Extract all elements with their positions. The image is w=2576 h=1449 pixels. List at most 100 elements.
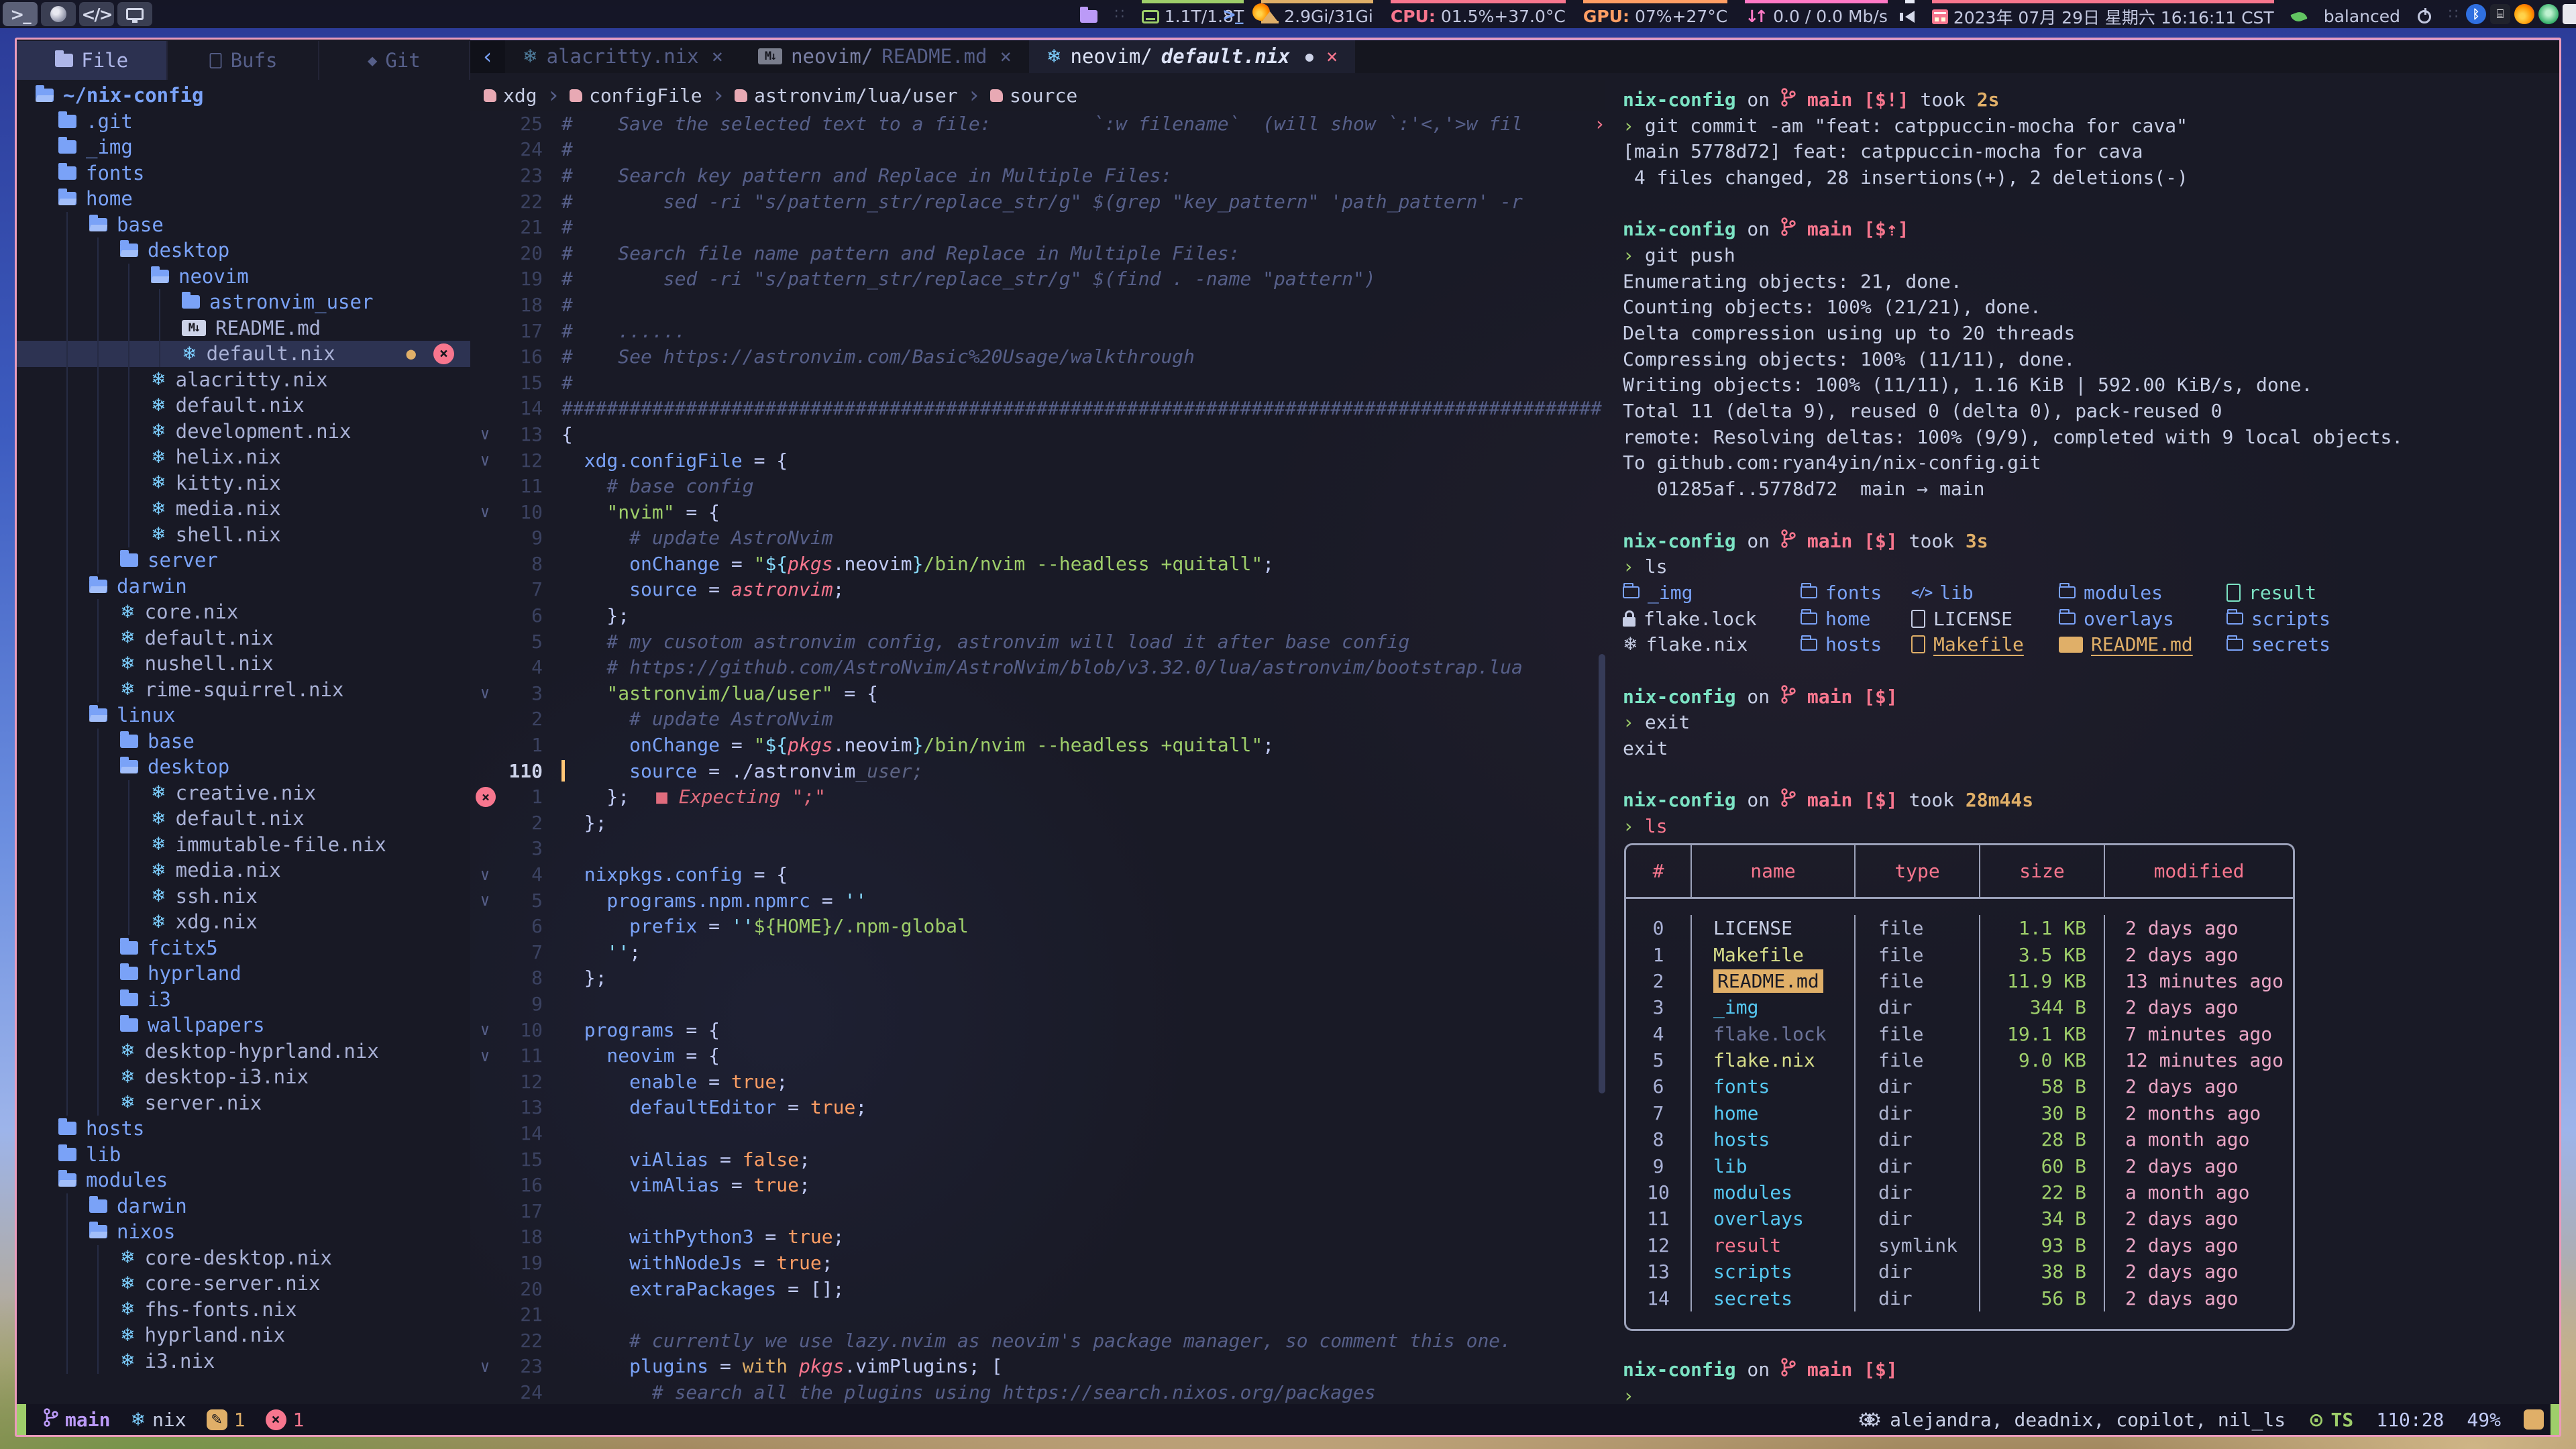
tree-item-desktop[interactable]: desktop [17,237,470,264]
tree-item-README.md[interactable]: M↓README.md [17,315,470,341]
workspace-monitor[interactable] [117,2,152,26]
scrollbar-thumb[interactable] [1599,654,1605,1094]
shell-prompt[interactable]: › [1623,1383,2559,1404]
tree-item-development.nix[interactable]: development.nix [17,419,470,445]
tree-item-_img[interactable]: _img [17,134,470,160]
tree-item-desktop[interactable]: desktop [17,754,470,780]
shell-prompt[interactable]: ›ls [1623,553,2559,580]
tree-item-.git[interactable]: .git [17,109,470,135]
folder-line-icon [2059,586,2076,598]
tree-item-fcitx5[interactable]: fcitx5 [17,935,470,961]
tree-item-default.nix[interactable]: default.nix●× [17,341,470,367]
neotree-tab-git[interactable]: Git [319,41,470,80]
shell-prompt[interactable]: ›ls [1623,813,2559,839]
code-token: ; [822,1252,833,1274]
workspace-firefox[interactable] [41,2,76,26]
table-row: 12resultsymlink93 B2 days ago [1626,1232,2293,1258]
breadcrumb-item-configFile[interactable]: configFile [570,85,702,107]
tree-item-hosts[interactable]: hosts [17,1116,470,1142]
buffer-tab-alacritty.nix[interactable]: alacritty.nix× [505,40,741,73]
code-token: = { [833,682,878,704]
tree-item-home[interactable]: home [17,186,470,212]
tree-item-base[interactable]: base [17,212,470,238]
tree-item-i3[interactable]: i3 [17,987,470,1013]
breadcrumb-item-astronvim-lua-user[interactable]: astronvim/lua/user [735,85,957,107]
editor-scrollbar[interactable] [1599,111,1605,1404]
terminal-line: Writing objects: 100% (11/11), 1.16 KiB … [1623,372,2559,398]
modified-count: 1 [207,1409,246,1431]
tree-item-wallpapers[interactable]: wallpapers [17,1012,470,1038]
shell-prompt[interactable]: ›exit [1623,710,2559,736]
tree-item-core-server.nix[interactable]: core-server.nix [17,1271,470,1297]
tree-item-ssh.nix[interactable]: ssh.nix [17,883,470,910]
neotree-tab-file[interactable]: File [17,41,168,80]
tree-item-i3.nix[interactable]: i3.nix [17,1348,470,1375]
tree-item-server.nix[interactable]: server.nix [17,1090,470,1116]
tree-item-core-desktop.nix[interactable]: core-desktop.nix [17,1245,470,1271]
code-token: # Save the selected text to a file: `:w … [561,113,1523,135]
code-area[interactable]: 25# Save the selected text to a file: `:… [470,111,1605,1404]
tree-item-astronvim_user[interactable]: astronvim_user [17,289,470,315]
tree-item-darwin[interactable]: darwin [17,574,470,600]
close-buffer-icon[interactable]: × [712,45,723,68]
tree-item-darwin[interactable]: darwin [17,1193,470,1220]
tree-item-kitty.nix[interactable]: kitty.nix [17,470,470,496]
tree-item-hyprland.nix[interactable]: hyprland.nix [17,1322,470,1348]
tree-item-media.nix[interactable]: media.nix [17,857,470,883]
tree-item-base[interactable]: base [17,729,470,755]
tray-firefox-orange[interactable] [2514,4,2534,24]
tree-item-linux[interactable]: linux [17,702,470,729]
code-token: = [776,1096,810,1118]
tree-item-fhs-fonts.nix[interactable]: fhs-fonts.nix [17,1297,470,1323]
tree-item-desktop-i3.nix[interactable]: desktop-i3.nix [17,1064,470,1090]
code-line: 20# Search file name pattern and Replace… [470,240,1605,266]
tree-item-rime-squirrel.nix[interactable]: rime-squirrel.nix [17,677,470,703]
close-buffer-icon[interactable]: × [1000,45,1011,68]
tree-item-shell.nix[interactable]: shell.nix [17,522,470,548]
tree-item-creative.nix[interactable]: creative.nix [17,780,470,806]
folder-purple-icon [1080,10,1097,23]
tree-item-lib[interactable]: lib [17,1142,470,1168]
tree-item-fonts[interactable]: fonts [17,160,470,186]
tree-item-desktop-hyprland.nix[interactable]: desktop-hyprland.nix [17,1038,470,1065]
tree-item-hyprland[interactable]: hyprland [17,961,470,987]
tree-item-modules[interactable]: modules [17,1167,470,1193]
close-buffer-icon[interactable]: × [1326,45,1338,68]
tray-window-white[interactable] [2563,4,2576,24]
stat-power [2418,0,2431,28]
tray-app-green[interactable] [2538,4,2559,24]
tree-item-xdg.nix[interactable]: xdg.nix [17,909,470,935]
workspace-terminal[interactable]: >_ [3,2,38,26]
buffer-tab-default.nix[interactable]: neovim/default.nix●× [1029,40,1355,73]
tree-item-media.nix[interactable]: media.nix [17,496,470,522]
terminal-mini-icon[interactable]: >_ [1222,5,1242,24]
breadcrumb-item-source[interactable]: source [990,85,1077,107]
tray-bluetooth[interactable]: ᛒ [2466,4,2486,24]
code-line: 8 onChange = "${pkgs.neovim}/bin/nvim --… [470,551,1605,577]
terminal-pane[interactable]: nix-config on main [$!] took 2s›git comm… [1605,80,2559,1404]
pick-buffer-button[interactable]: ‹ [470,40,505,73]
tree-item-default.nix[interactable]: default.nix [17,806,470,832]
tree-item-default.nix[interactable]: default.nix [17,392,470,419]
tree-item-nushell.nix[interactable]: nushell.nix [17,651,470,677]
tree-item-core.nix[interactable]: core.nix [17,599,470,625]
workspace-code[interactable]: </> [79,2,114,26]
tree-item-alacritty.nix[interactable]: alacritty.nix [17,367,470,393]
breadcrumb-item-xdg[interactable]: xdg [484,85,537,107]
tree-item-helix.nix[interactable]: helix.nix [17,444,470,470]
tree-item-default.nix[interactable]: default.nix [17,625,470,651]
buffer-tab-README.md[interactable]: M↓neovim/README.md× [741,40,1029,73]
ls-entry-scripts: scripts [2226,606,2330,632]
filetype-label: nix [152,1409,186,1431]
tree-item-~/nix-config[interactable]: ~/nix-config [17,83,470,109]
neotree-tab-bufs[interactable]: Bufs [168,41,319,80]
code-line: 19# sed -ri "s/pattern_str/replace_str/g… [470,266,1605,292]
shell-prompt[interactable]: ›git commit -am "feat: catppuccin-mocha … [1623,113,2559,139]
tree-item-immutable-file.nix[interactable]: immutable-file.nix [17,832,470,858]
tree-item-nixos[interactable]: nixos [17,1219,470,1245]
tray-app-dark[interactable]: ⌸ [2490,4,2510,24]
tree-item-neovim[interactable]: neovim [17,264,470,290]
tree-item-server[interactable]: server [17,547,470,574]
file-name: README.md [1713,969,1823,993]
shell-prompt[interactable]: ›git push [1623,242,2559,268]
